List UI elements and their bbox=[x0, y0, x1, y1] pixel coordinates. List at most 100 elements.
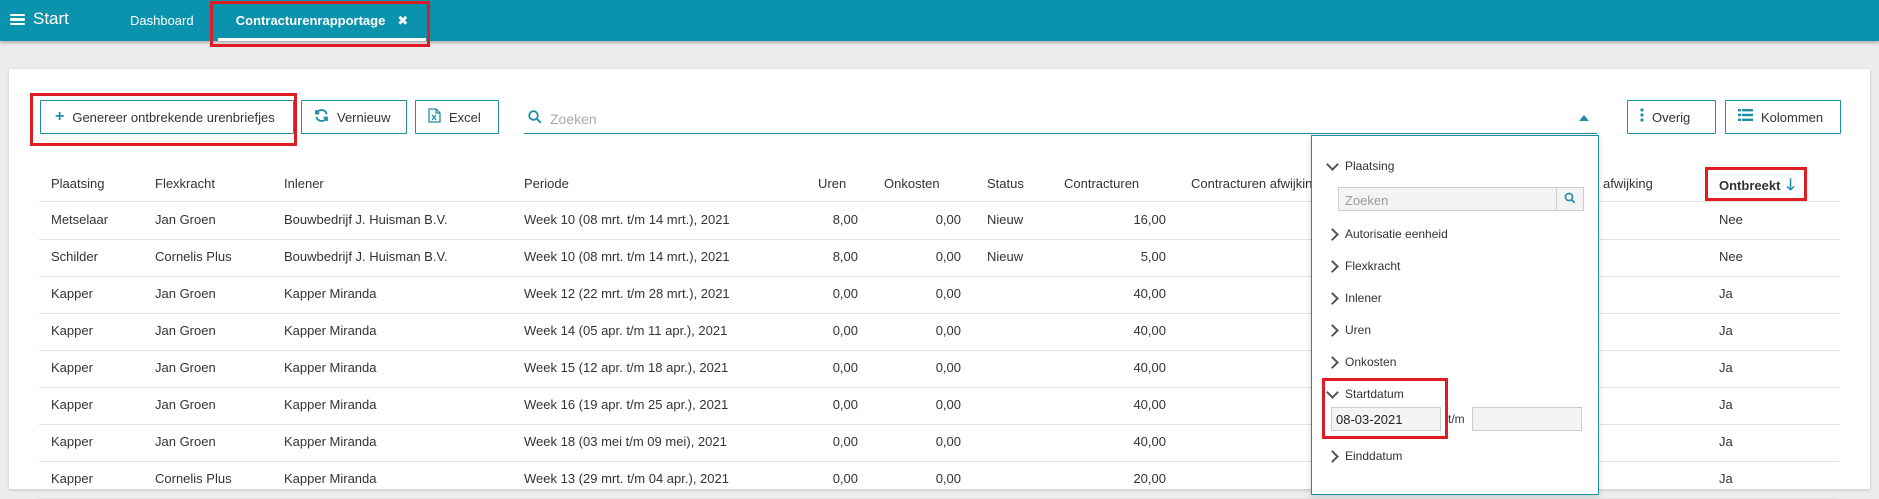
cell-onkosten: 0,00 bbox=[935, 286, 961, 301]
generate-missing-timesheets-button[interactable]: + Genereer ontbrekende urenbriefjes bbox=[40, 100, 294, 134]
startdatum-from-input[interactable] bbox=[1332, 408, 1440, 430]
cell-ontbreekt: Ja bbox=[1719, 434, 1733, 449]
list-icon bbox=[1738, 109, 1753, 125]
refresh-button-label: Vernieuw bbox=[337, 109, 391, 125]
start-menu-button[interactable]: Start bbox=[10, 9, 69, 29]
column-header-flexkracht[interactable]: Flexkracht bbox=[155, 176, 215, 191]
cell-inlener: Kapper Miranda bbox=[284, 471, 377, 486]
filter-item-label: Autorisatie eenheid bbox=[1345, 227, 1448, 241]
search-icon[interactable] bbox=[1556, 188, 1583, 210]
filter-item-flexkracht[interactable]: Flexkracht bbox=[1326, 259, 1401, 273]
cell-contracturen: 40,00 bbox=[1133, 434, 1166, 449]
column-header-contracturen-afwijking[interactable]: Contracturen afwijkin bbox=[1191, 176, 1312, 191]
other-options-button[interactable]: Overig bbox=[1627, 100, 1716, 134]
cell-contracturen: 40,00 bbox=[1133, 286, 1166, 301]
cell-inlener: Kapper Miranda bbox=[284, 397, 377, 412]
cell-onkosten: 0,00 bbox=[935, 249, 961, 264]
cell-contracturen: 16,00 bbox=[1133, 212, 1166, 227]
column-header-plaatsing[interactable]: Plaatsing bbox=[51, 176, 104, 191]
cell-periode: Week 13 (29 mrt. t/m 04 apr.), 2021 bbox=[524, 471, 729, 486]
cell-contracturen: 40,00 bbox=[1133, 323, 1166, 338]
hamburger-icon bbox=[10, 13, 25, 26]
chevron-right-icon bbox=[1326, 323, 1339, 337]
refresh-button[interactable]: Vernieuw bbox=[301, 100, 407, 134]
chevron-down-icon bbox=[1326, 157, 1339, 171]
column-header-afwijking[interactable]: afwijking bbox=[1603, 176, 1653, 191]
cell-inlener: Kapper Miranda bbox=[284, 323, 377, 338]
cell-periode: Week 14 (05 apr. t/m 11 apr.), 2021 bbox=[524, 323, 728, 338]
chevron-right-icon bbox=[1326, 259, 1339, 273]
filter-item-label: Inlener bbox=[1345, 291, 1382, 305]
column-header-ontbreekt[interactable]: Ontbreekt 🡓 bbox=[1719, 174, 1795, 201]
caret-up-icon[interactable] bbox=[1579, 115, 1589, 121]
cell-ontbreekt: Ja bbox=[1719, 286, 1733, 301]
ontbreekt-header-label: Ontbreekt bbox=[1719, 178, 1781, 193]
tab-contracturenrapportage-label: Contracturenrapportage bbox=[235, 13, 386, 28]
filter-item-onkosten[interactable]: Onkosten bbox=[1326, 355, 1397, 369]
filter-item-label: Onkosten bbox=[1345, 355, 1397, 369]
filter-item-uren[interactable]: Uren bbox=[1326, 323, 1372, 337]
cell-periode: Week 15 (12 apr. t/m 18 apr.), 2021 bbox=[524, 360, 729, 375]
search-icon bbox=[528, 110, 542, 127]
top-bar: Start Dashboard Contracturenrapportage ✖ bbox=[0, 0, 1879, 41]
filter-item-label: Flexkracht bbox=[1345, 259, 1401, 273]
other-button-label: Overig bbox=[1652, 109, 1691, 125]
chevron-right-icon bbox=[1326, 449, 1339, 463]
column-header-onkosten[interactable]: Onkosten bbox=[884, 176, 940, 191]
cell-plaatsing: Kapper bbox=[51, 360, 93, 375]
filter-panel: Plaatsing Autorisatie eenheid Flexkracht… bbox=[1311, 135, 1599, 495]
cell-inlener: Kapper Miranda bbox=[284, 434, 377, 449]
column-header-uren[interactable]: Uren bbox=[818, 176, 846, 191]
cell-ontbreekt: Ja bbox=[1719, 360, 1733, 375]
column-header-inlener[interactable]: Inlener bbox=[284, 176, 324, 191]
cell-periode: Week 16 (19 apr. t/m 25 apr.), 2021 bbox=[524, 397, 729, 412]
cell-plaatsing: Kapper bbox=[51, 286, 93, 301]
cell-periode: Week 10 (08 mrt. t/m 14 mrt.), 2021 bbox=[524, 212, 730, 227]
cell-inlener: Bouwbedrijf J. Huisman B.V. bbox=[284, 249, 448, 264]
cell-uren: 8,00 bbox=[832, 212, 858, 227]
cell-periode: Week 10 (08 mrt. t/m 14 mrt.), 2021 bbox=[524, 249, 730, 264]
cell-onkosten: 0,00 bbox=[935, 360, 961, 375]
plaatsing-search bbox=[1338, 187, 1584, 211]
cell-contracturen: 40,00 bbox=[1133, 397, 1166, 412]
chevron-right-icon bbox=[1326, 291, 1339, 305]
cell-inlener: Bouwbedrijf J. Huisman B.V. bbox=[284, 212, 448, 227]
column-header-status[interactable]: Status bbox=[987, 176, 1024, 191]
cell-onkosten: 0,00 bbox=[935, 434, 961, 449]
close-tab-icon[interactable]: ✖ bbox=[397, 13, 408, 28]
chevron-right-icon bbox=[1326, 227, 1339, 241]
excel-export-button[interactable]: Excel bbox=[415, 100, 499, 134]
plaatsing-search-input[interactable] bbox=[1343, 190, 1553, 210]
chevron-down-icon bbox=[1326, 385, 1339, 399]
filter-item-einddatum[interactable]: Einddatum bbox=[1326, 449, 1403, 463]
filter-item-label: Startdatum bbox=[1345, 387, 1404, 401]
cell-inlener: Kapper Miranda bbox=[284, 360, 377, 375]
cell-plaatsing: Kapper bbox=[51, 323, 93, 338]
filter-item-startdatum[interactable]: Startdatum bbox=[1326, 385, 1404, 401]
filter-item-autorisatie-eenheid[interactable]: Autorisatie eenheid bbox=[1326, 227, 1448, 241]
search-input[interactable] bbox=[548, 106, 1552, 132]
filter-item-inlener[interactable]: Inlener bbox=[1326, 291, 1382, 305]
columns-button[interactable]: Kolommen bbox=[1725, 100, 1841, 134]
search-bar bbox=[524, 102, 1597, 134]
column-header-periode[interactable]: Periode bbox=[524, 176, 569, 191]
column-header-contracturen[interactable]: Contracturen bbox=[1064, 176, 1139, 191]
cell-onkosten: 0,00 bbox=[935, 323, 961, 338]
cell-ontbreekt: Nee bbox=[1719, 212, 1743, 227]
tab-contracturenrapportage[interactable]: Contracturenrapportage ✖ bbox=[218, 0, 426, 41]
sort-descending-icon: 🡓 bbox=[1786, 177, 1795, 194]
startdatum-to-input[interactable] bbox=[1473, 408, 1581, 430]
date-range-separator: t/m bbox=[1448, 412, 1465, 426]
cell-uren: 0,00 bbox=[832, 434, 858, 449]
generate-button-label: Genereer ontbrekende urenbriefjes bbox=[72, 109, 275, 125]
tab-dashboard[interactable]: Dashboard bbox=[130, 0, 194, 41]
cell-uren: 0,00 bbox=[832, 360, 858, 375]
filter-item-label: Plaatsing bbox=[1345, 159, 1395, 173]
cell-flexkracht: Cornelis Plus bbox=[155, 249, 232, 264]
filter-item-label: Einddatum bbox=[1345, 449, 1403, 463]
filter-item-label: Uren bbox=[1345, 323, 1372, 337]
tab-dashboard-label: Dashboard bbox=[130, 13, 194, 28]
filter-item-plaatsing[interactable]: Plaatsing bbox=[1326, 157, 1395, 173]
cell-plaatsing: Schilder bbox=[51, 249, 98, 264]
columns-button-label: Kolommen bbox=[1761, 109, 1824, 125]
